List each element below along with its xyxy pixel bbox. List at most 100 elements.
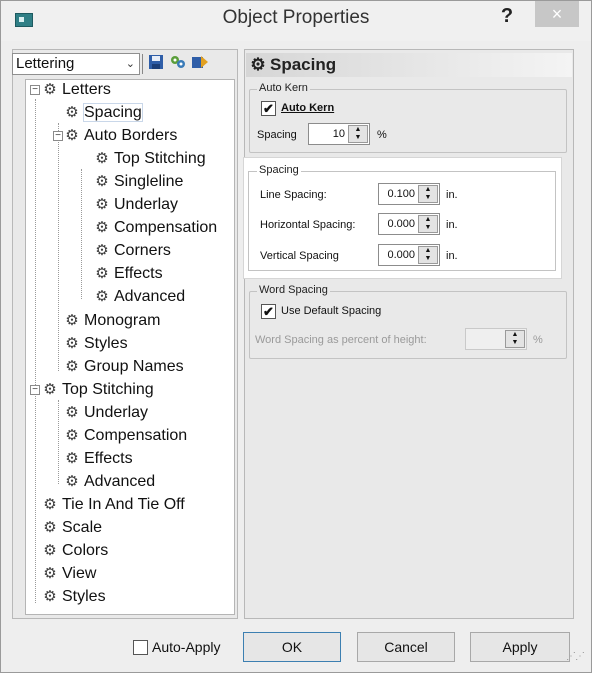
word-spacing-percent-label: Word Spacing as percent of height: <box>255 334 427 346</box>
tree-item-singleline[interactable]: ⚙ Singleline <box>93 171 183 193</box>
spin-arrows-icon[interactable]: ▲ ▼ <box>418 215 438 233</box>
collapse-toggle[interactable]: − <box>30 385 40 395</box>
tree-item-top-stitching[interactable]: ⚙ Top Stitching <box>93 148 205 170</box>
help-button[interactable]: ? <box>493 3 521 29</box>
gear-icon: ⚙ <box>65 473 79 490</box>
tree-item-view[interactable]: ⚙ View <box>41 563 96 585</box>
auto-apply-checkbox[interactable] <box>133 640 148 655</box>
line-spacing-spinner[interactable]: 0.100 ▲ ▼ <box>378 183 440 205</box>
close-button[interactable]: × <box>535 1 579 27</box>
gear-icon: ⚙ <box>65 127 79 144</box>
tree-item-compensation[interactable]: ⚙ Compensation <box>93 217 217 239</box>
object-type-value: Lettering <box>16 55 75 72</box>
title-bar: Object Properties ? × <box>1 1 591 41</box>
tree-item-underlay[interactable]: ⚙ Underlay <box>93 194 178 216</box>
gear-icon: ⚙ <box>43 81 57 98</box>
tree-item-monogram[interactable]: ⚙ Monogram <box>63 310 160 332</box>
tree-item-scale[interactable]: ⚙ Scale <box>41 517 102 539</box>
toolbar-separator <box>142 54 143 74</box>
panel-header: ⚙ Spacing <box>246 53 572 77</box>
cancel-button[interactable]: Cancel <box>357 632 455 662</box>
tree-item-styles[interactable]: ⚙ Styles <box>63 333 127 355</box>
spin-arrows-icon[interactable]: ▲ ▼ <box>418 246 438 264</box>
spin-arrows-icon[interactable]: ▲ ▼ <box>348 125 368 143</box>
tree-item-letters[interactable]: ⚙ Letters <box>41 79 111 101</box>
vertical-spacing-value: 0.000 <box>387 249 415 261</box>
object-properties-window: Object Properties ? × Lettering ⌄ − ⚙ Let… <box>0 0 592 673</box>
word-spacing-percent-unit: % <box>533 334 543 346</box>
tree-item-group-names[interactable]: ⚙ Group Names <box>63 356 183 378</box>
word-spacing-group-title: Word Spacing <box>257 284 330 296</box>
gear-icon: ⚙ <box>95 288 109 305</box>
word-spacing-percent-spinner[interactable]: ▲ ▼ <box>465 328 527 350</box>
horizontal-spacing-spinner[interactable]: 0.000 ▲ ▼ <box>378 213 440 235</box>
resize-grip-icon[interactable]: ⋰⋰ <box>566 651 585 662</box>
tree-item-advanced-2[interactable]: ⚙ Advanced <box>63 471 155 493</box>
export-icon[interactable] <box>191 54 209 72</box>
save-icon[interactable] <box>147 54 165 72</box>
tree-guide-line <box>58 123 59 371</box>
horizontal-spacing-value: 0.000 <box>387 218 415 230</box>
gear-icon: ⚙ <box>65 404 79 421</box>
gear-group-icon[interactable] <box>169 54 187 72</box>
gear-icon: ⚙ <box>95 242 109 259</box>
gear-icon: ⚙ <box>65 335 79 352</box>
gear-icon: ⚙ <box>43 565 57 582</box>
gear-icon: ⚙ <box>95 150 109 167</box>
vertical-spacing-unit: in. <box>446 250 458 262</box>
gear-icon: ⚙ <box>95 219 109 236</box>
horizontal-spacing-unit: in. <box>446 219 458 231</box>
chevron-down-icon: ⌄ <box>125 58 135 70</box>
collapse-toggle[interactable]: − <box>53 131 63 141</box>
use-default-spacing-checkbox[interactable]: ✔ <box>261 304 276 319</box>
auto-kern-label: Auto Kern <box>281 102 335 114</box>
auto-apply-label: Auto-Apply <box>152 639 221 655</box>
tree-item-auto-borders[interactable]: ⚙ Auto Borders <box>63 125 177 147</box>
tree-item-colors[interactable]: ⚙ Colors <box>41 540 108 562</box>
gear-icon: ⚙ <box>43 381 57 398</box>
gear-icon: ⚙ <box>65 427 79 444</box>
collapse-toggle[interactable]: − <box>30 85 40 95</box>
horizontal-spacing-label: Horizontal Spacing: <box>260 219 356 231</box>
ok-button[interactable]: OK <box>243 632 341 662</box>
gear-icon: ⚙ <box>95 265 109 282</box>
tree-guide-line <box>35 99 36 603</box>
vertical-spacing-spinner[interactable]: 0.000 ▲ ▼ <box>378 244 440 266</box>
gear-icon: ⚙ <box>65 104 79 121</box>
gear-icon: ⚙ <box>95 173 109 190</box>
tree-guide-line <box>58 400 59 484</box>
auto-kern-group-title: Auto Kern <box>257 82 310 94</box>
tree-item-top-stitching-root[interactable]: ⚙ Top Stitching <box>41 379 153 401</box>
use-default-spacing-label: Use Default Spacing <box>281 305 382 317</box>
kern-spacing-spinner[interactable]: 10 ▲ ▼ <box>308 123 370 145</box>
gear-icon: ⚙ <box>43 496 57 513</box>
tree-item-effects[interactable]: ⚙ Effects <box>93 263 162 285</box>
kern-spacing-value: 10 <box>332 128 345 140</box>
spin-arrows-icon[interactable]: ▲ ▼ <box>505 330 525 348</box>
apply-button[interactable]: Apply <box>470 632 570 662</box>
gear-icon: ⚙ <box>43 588 57 605</box>
spacing-group-title: Spacing <box>257 164 301 176</box>
auto-kern-checkbox[interactable]: ✔ <box>261 101 276 116</box>
gear-icon: ⚙ <box>43 542 57 559</box>
tree-item-advanced[interactable]: ⚙ Advanced <box>93 286 185 308</box>
auto-kern-group <box>249 89 567 153</box>
tree-item-styles-2[interactable]: ⚙ Styles <box>41 586 105 608</box>
tree-item-effects-2[interactable]: ⚙ Effects <box>63 448 132 470</box>
kern-spacing-label: Spacing <box>257 129 297 141</box>
tree-item-corners[interactable]: ⚙ Corners <box>93 240 171 262</box>
spin-arrows-icon[interactable]: ▲ ▼ <box>418 185 438 203</box>
tree-item-compensation-2[interactable]: ⚙ Compensation <box>63 425 187 447</box>
tree-guide-line <box>81 169 82 299</box>
gear-icon: ⚙ <box>65 358 79 375</box>
line-spacing-label: Line Spacing: <box>260 189 327 201</box>
tree-item-tie-in-and-tie-off[interactable]: ⚙ Tie In And Tie Off <box>41 494 184 516</box>
tree-item-underlay-2[interactable]: ⚙ Underlay <box>63 402 148 424</box>
vertical-spacing-label: Vertical Spacing <box>260 250 339 262</box>
line-spacing-value: 0.100 <box>387 188 415 200</box>
gear-icon: ⚙ <box>95 196 109 213</box>
object-type-combo[interactable]: Lettering ⌄ <box>12 53 140 75</box>
gear-icon: ⚙ <box>43 519 57 536</box>
line-spacing-unit: in. <box>446 189 458 201</box>
tree-item-spacing[interactable]: ⚙ Spacing <box>63 102 143 124</box>
